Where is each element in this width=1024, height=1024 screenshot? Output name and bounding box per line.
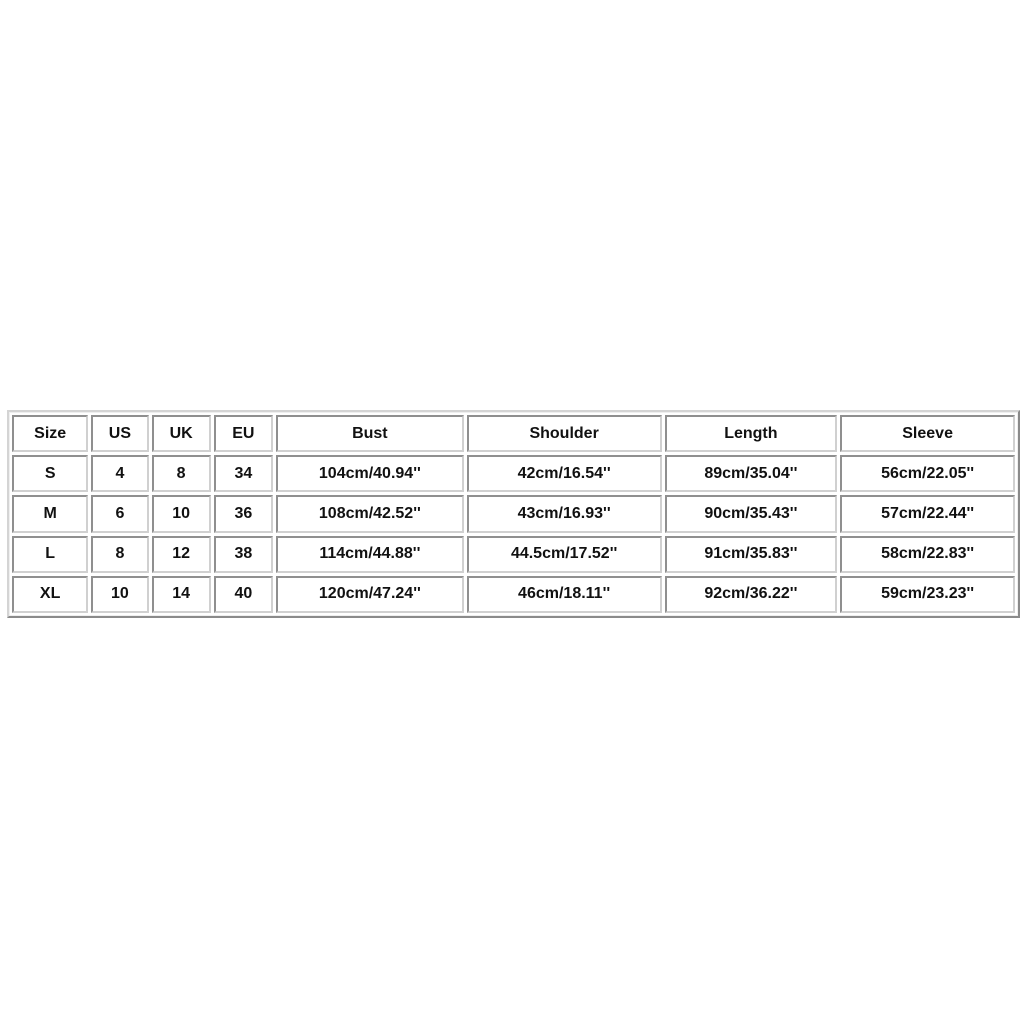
cell-shoulder: 43cm/16.93'' xyxy=(466,495,662,533)
cell-eu: 40 xyxy=(213,575,273,613)
header-shoulder: Shoulder xyxy=(466,415,662,453)
table-row: M 6 10 36 108cm/42.52'' 43cm/16.93'' 90c… xyxy=(12,495,1015,533)
header-eu: EU xyxy=(213,415,273,453)
cell-length: 92cm/36.22'' xyxy=(664,575,838,613)
cell-eu: 34 xyxy=(213,455,273,493)
cell-bust: 114cm/44.88'' xyxy=(275,535,464,573)
cell-length: 89cm/35.04'' xyxy=(664,455,838,493)
cell-uk: 10 xyxy=(151,495,211,533)
header-size: Size xyxy=(12,415,89,453)
cell-us: 4 xyxy=(91,455,149,493)
header-sleeve: Sleeve xyxy=(840,415,1015,453)
cell-sleeve: 56cm/22.05'' xyxy=(840,455,1015,493)
cell-size: M xyxy=(12,495,89,533)
cell-uk: 8 xyxy=(151,455,211,493)
table-row: S 4 8 34 104cm/40.94'' 42cm/16.54'' 89cm… xyxy=(12,455,1015,493)
page: Size US UK EU Bust Shoulder Length Sleev… xyxy=(0,0,1024,1024)
cell-eu: 38 xyxy=(213,535,273,573)
cell-sleeve: 57cm/22.44'' xyxy=(840,495,1015,533)
cell-us: 10 xyxy=(91,575,149,613)
cell-size: L xyxy=(12,535,89,573)
cell-bust: 104cm/40.94'' xyxy=(275,455,464,493)
cell-us: 8 xyxy=(91,535,149,573)
table-row: L 8 12 38 114cm/44.88'' 44.5cm/17.52'' 9… xyxy=(12,535,1015,573)
cell-sleeve: 59cm/23.23'' xyxy=(840,575,1015,613)
cell-sleeve: 58cm/22.83'' xyxy=(840,535,1015,573)
header-row: Size US UK EU Bust Shoulder Length Sleev… xyxy=(12,415,1015,453)
cell-uk: 14 xyxy=(151,575,211,613)
cell-length: 90cm/35.43'' xyxy=(664,495,838,533)
cell-eu: 36 xyxy=(213,495,273,533)
cell-uk: 12 xyxy=(151,535,211,573)
header-us: US xyxy=(91,415,149,453)
cell-shoulder: 44.5cm/17.52'' xyxy=(466,535,662,573)
cell-us: 6 xyxy=(91,495,149,533)
cell-shoulder: 46cm/18.11'' xyxy=(466,575,662,613)
cell-bust: 120cm/47.24'' xyxy=(275,575,464,613)
header-uk: UK xyxy=(151,415,211,453)
header-length: Length xyxy=(664,415,838,453)
cell-size: XL xyxy=(12,575,89,613)
table-row: XL 10 14 40 120cm/47.24'' 46cm/18.11'' 9… xyxy=(12,575,1015,613)
cell-bust: 108cm/42.52'' xyxy=(275,495,464,533)
header-bust: Bust xyxy=(275,415,464,453)
cell-length: 91cm/35.83'' xyxy=(664,535,838,573)
size-chart-table: Size US UK EU Bust Shoulder Length Sleev… xyxy=(7,410,1020,618)
cell-shoulder: 42cm/16.54'' xyxy=(466,455,662,493)
cell-size: S xyxy=(12,455,89,493)
